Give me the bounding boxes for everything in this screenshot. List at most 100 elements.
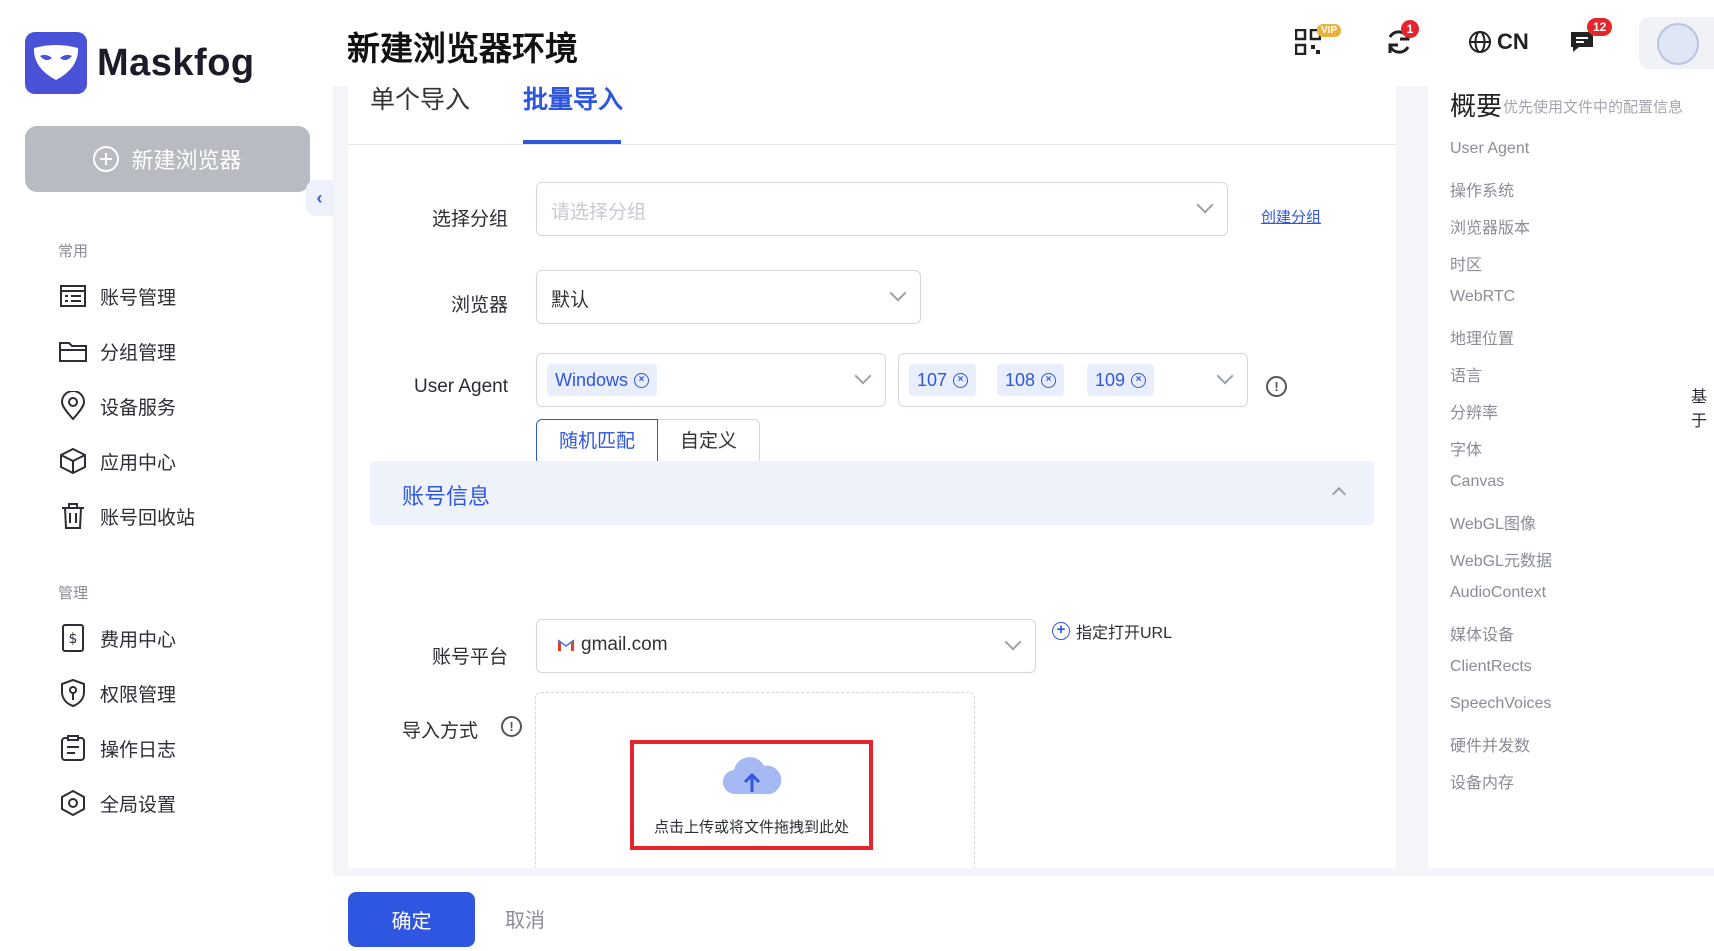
chevron-down-icon: [854, 367, 872, 385]
collapse-sidebar-button[interactable]: ‹: [306, 180, 333, 216]
sidebar-item-label: 费用中心: [100, 629, 177, 651]
user-avatar[interactable]: [1639, 17, 1714, 69]
dollar-doc-icon: $: [58, 623, 88, 653]
user-agent-label: User Agent: [414, 376, 508, 397]
sync-button[interactable]: 1: [1385, 20, 1419, 58]
sidebar-item-group-management[interactable]: 分组管理: [58, 336, 176, 366]
summary-panel: 概要 优先使用文件中的配置信息 User Agent 操作系统 浏览器版本 时区…: [1428, 86, 1714, 868]
account-info-section-header[interactable]: 账号信息: [370, 461, 1374, 525]
ua-mode-random[interactable]: 随机匹配: [536, 419, 659, 465]
version-tag: 109 ×: [1087, 364, 1155, 396]
summary-item: 地理位置: [1450, 331, 1515, 348]
version-tag-label: 107: [917, 369, 948, 390]
summary-item: 浏览器版本: [1450, 220, 1531, 237]
page-title: 新建浏览器环境: [347, 30, 578, 67]
summary-item: Canvas: [1450, 473, 1505, 490]
summary-item: WebGL图像: [1450, 516, 1536, 533]
hexagon-settings-icon: [58, 788, 88, 818]
svg-text:$: $: [69, 631, 78, 647]
upload-hint: 点击上传或将文件拖拽到此处: [653, 819, 849, 836]
summary-item: 分辨率: [1450, 405, 1499, 422]
import-method-label: 导入方式: [401, 721, 478, 742]
section-label-management: 管理: [58, 585, 89, 602]
section-label-common: 常用: [58, 243, 89, 260]
cancel-button[interactable]: 取消: [505, 904, 545, 933]
language-switcher[interactable]: CN: [1468, 26, 1529, 58]
new-browser-button[interactable]: 新建浏览器: [25, 126, 310, 192]
sidebar-item-permissions[interactable]: 权限管理: [58, 678, 176, 708]
avatar-icon: [1657, 23, 1699, 65]
plus-circle-icon: [93, 146, 120, 172]
summary-item: 时区: [1450, 257, 1483, 274]
summary-item: 媒体设备: [1450, 627, 1515, 644]
sync-count-badge: 1: [1401, 20, 1419, 38]
remove-tag-icon[interactable]: ×: [1041, 372, 1057, 388]
sidebar-item-label: 账号管理: [100, 287, 177, 309]
mask-logo-icon: [25, 32, 87, 94]
sidebar-item-device-service[interactable]: 设备服务: [58, 391, 176, 421]
sidebar-item-label: 权限管理: [100, 684, 177, 706]
version-tag-label: 109: [1095, 369, 1126, 390]
sidebar-item-operation-log[interactable]: 操作日志: [58, 733, 176, 763]
folder-icon: [58, 336, 88, 366]
chevron-down-icon: [1004, 633, 1022, 651]
header: 新建浏览器环境 VIP 1 CN 12: [333, 0, 1714, 86]
specify-url-label: 指定打开URL: [1076, 625, 1173, 642]
sidebar-item-global-settings[interactable]: 全局设置: [58, 788, 176, 818]
sidebar-item-recycle-bin[interactable]: 账号回收站: [58, 501, 195, 531]
upload-area-highlight[interactable]: 点击上传或将文件拖拽到此处: [630, 740, 873, 850]
vip-badge: VIP: [1317, 24, 1342, 37]
version-multiselect[interactable]: 107 × 108 × 109 ×: [898, 353, 1248, 407]
confirm-button[interactable]: 确定: [348, 892, 475, 947]
new-browser-label: 新建浏览器: [131, 148, 242, 173]
ua-mode-toggle: 随机匹配 自定义: [536, 419, 761, 465]
sidebar-item-label: 操作日志: [100, 739, 177, 761]
chevron-up-icon: [1331, 486, 1347, 502]
globe-icon: [1469, 31, 1491, 53]
sidebar-item-account-management[interactable]: 账号管理: [58, 281, 176, 311]
browser-select[interactable]: 默认: [536, 270, 921, 324]
info-icon[interactable]: !: [501, 716, 522, 737]
chevron-down-icon: [1196, 196, 1214, 214]
shield-key-icon: [58, 678, 88, 708]
summary-item: 设备内存: [1450, 775, 1515, 792]
summary-item: 操作系统: [1450, 183, 1515, 200]
language-label: CN: [1497, 29, 1529, 54]
summary-item: SpeechVoices: [1450, 695, 1552, 712]
sidebar-item-billing[interactable]: $ 费用中心: [58, 623, 176, 653]
plus-circle-icon: +: [1052, 622, 1070, 640]
remove-tag-icon[interactable]: ×: [1131, 372, 1147, 388]
location-pin-icon: [58, 391, 88, 421]
box-icon: [58, 446, 88, 476]
group-select[interactable]: 请选择分组: [536, 182, 1228, 236]
specify-url-button[interactable]: + 指定打开URL: [1052, 619, 1172, 643]
summary-item: 硬件并发数: [1450, 738, 1531, 755]
group-label: 选择分组: [431, 209, 508, 230]
section-title: 账号信息: [402, 484, 491, 509]
group-placeholder: 请选择分组: [551, 202, 647, 223]
os-tag-label: Windows: [555, 369, 629, 390]
remove-tag-icon[interactable]: ×: [634, 372, 650, 388]
create-group-link[interactable]: 创建分组: [1261, 206, 1321, 227]
summary-item: 字体: [1450, 442, 1483, 459]
info-icon[interactable]: !: [1266, 376, 1287, 397]
tab-single-import[interactable]: 单个导入: [370, 86, 470, 146]
qr-vip-button[interactable]: VIP: [1295, 24, 1342, 58]
chevron-down-icon: [1216, 367, 1234, 385]
version-tag: 107 ×: [909, 364, 977, 396]
summary-item: ClientRects: [1450, 658, 1532, 675]
tab-batch-import[interactable]: 批量导入: [523, 86, 623, 146]
sidebar-item-label: 账号回收站: [100, 507, 196, 529]
sidebar-item-app-center[interactable]: 应用中心: [58, 446, 176, 476]
platform-value-wrap: gmail.com: [557, 634, 668, 656]
summary-item: AudioContext: [1450, 584, 1547, 601]
platform-select[interactable]: gmail.com: [536, 619, 1036, 673]
summary-subtitle: 优先使用文件中的配置信息: [1503, 99, 1684, 116]
messages-button[interactable]: 12: [1569, 18, 1613, 58]
summary-item: WebGL元数据: [1450, 553, 1552, 570]
app-logo[interactable]: Maskfog: [25, 32, 255, 94]
summary-item: User Agent: [1450, 140, 1530, 157]
remove-tag-icon[interactable]: ×: [953, 372, 969, 388]
ua-mode-custom[interactable]: 自定义: [658, 419, 761, 465]
os-multiselect[interactable]: Windows ×: [536, 353, 886, 407]
